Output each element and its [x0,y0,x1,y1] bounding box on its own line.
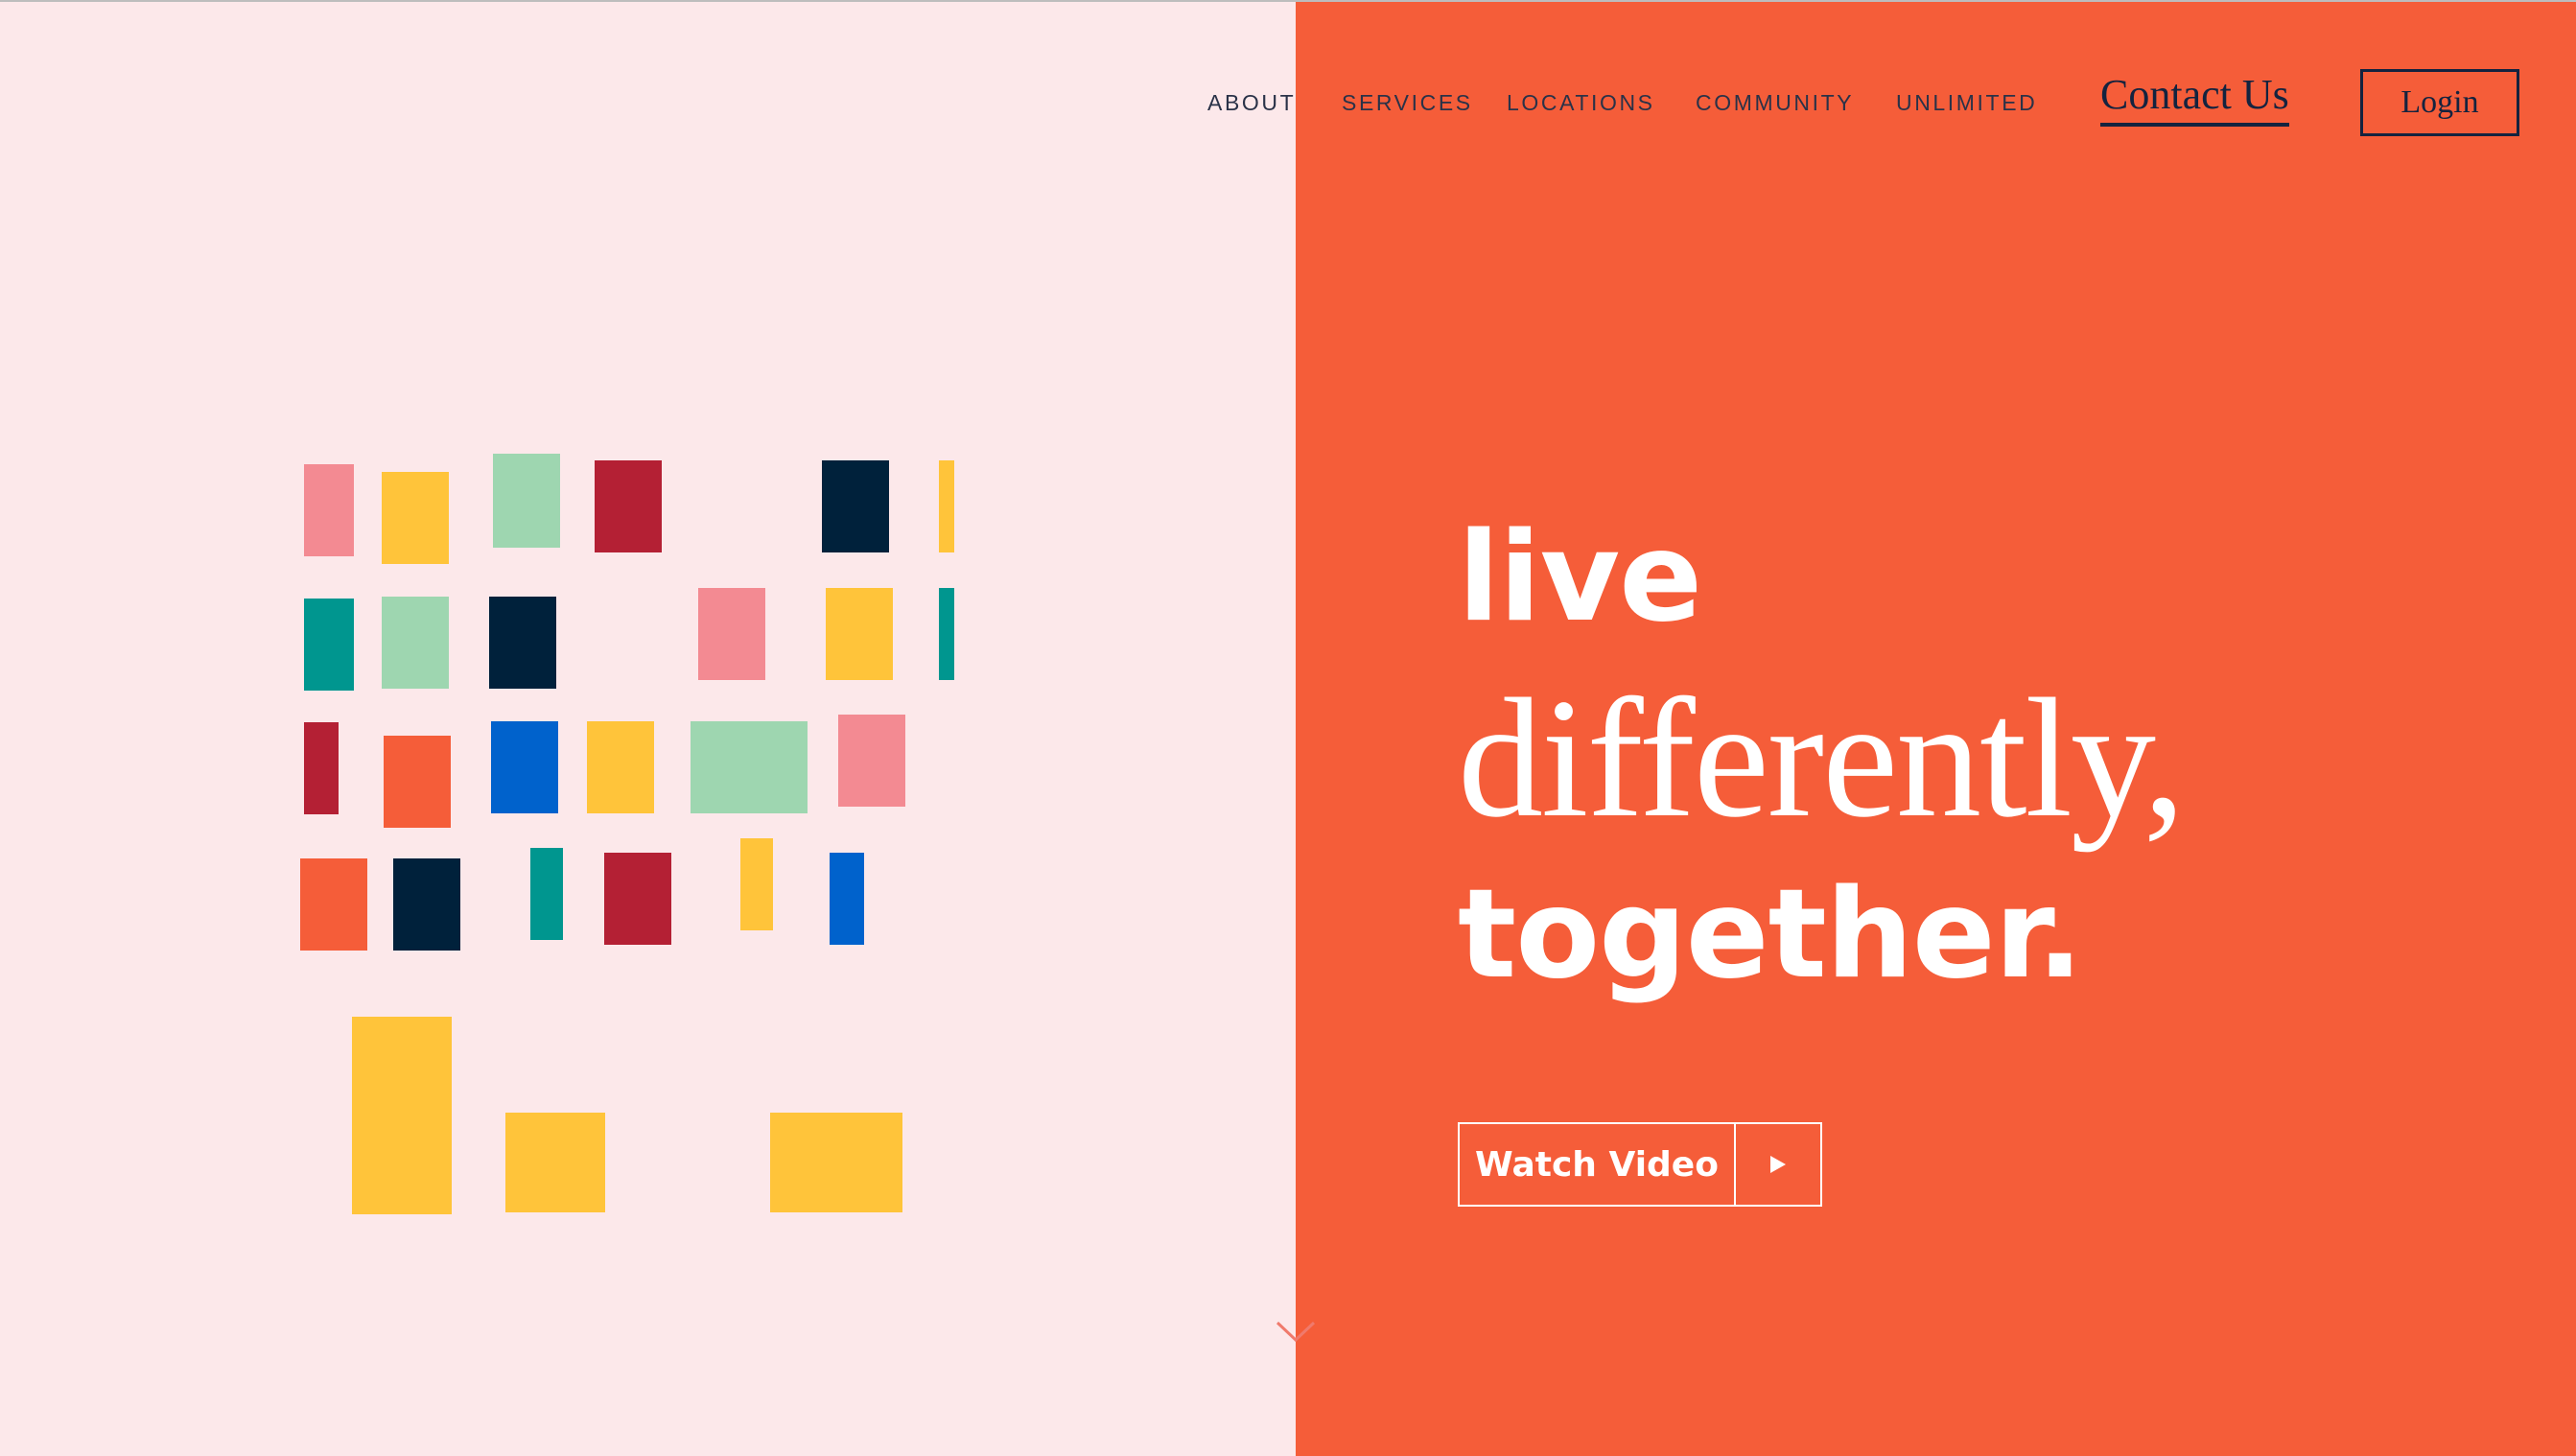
color-block [491,721,558,813]
headline-together: together. [1458,863,2083,1006]
color-block [530,848,563,940]
login-button[interactable]: Login [2360,69,2519,136]
color-block [352,1017,452,1214]
color-block [300,858,367,951]
top-border [0,0,2576,2]
headline-differently: differently, [1458,663,2186,853]
color-block [604,853,671,945]
color-block [587,721,654,813]
watch-video-button[interactable]: Watch Video [1458,1122,1822,1207]
chevron-down-icon[interactable] [1274,1317,1318,1346]
color-block [393,858,460,951]
headline-live: live [1458,506,1702,649]
color-block [493,454,560,548]
color-block [939,460,954,552]
color-block [304,464,354,556]
color-block [822,460,889,552]
color-block [304,599,354,691]
nav-locations[interactable]: LOCATIONS [1507,88,1655,117]
color-block [770,1113,902,1212]
contact-us-link[interactable]: Contact Us [2100,69,2289,127]
play-icon [1736,1124,1820,1205]
watch-video-label: Watch Video [1460,1124,1736,1205]
color-block [691,721,808,813]
color-block [698,588,765,680]
color-block [382,597,449,689]
color-block [939,588,954,680]
color-block [826,588,893,680]
nav-unlimited[interactable]: UNLIMITED [1896,88,2037,117]
color-block [740,838,773,930]
color-block [382,472,449,564]
color-block [489,597,556,689]
color-block [505,1113,605,1212]
nav-services[interactable]: SERVICES [1342,88,1473,117]
color-block [595,460,662,552]
color-block [384,736,451,828]
nav-community[interactable]: COMMUNITY [1696,88,1854,117]
nav-about[interactable]: ABOUT [1207,88,1296,117]
color-block [838,715,905,807]
color-block [830,853,864,945]
color-block [304,722,339,814]
